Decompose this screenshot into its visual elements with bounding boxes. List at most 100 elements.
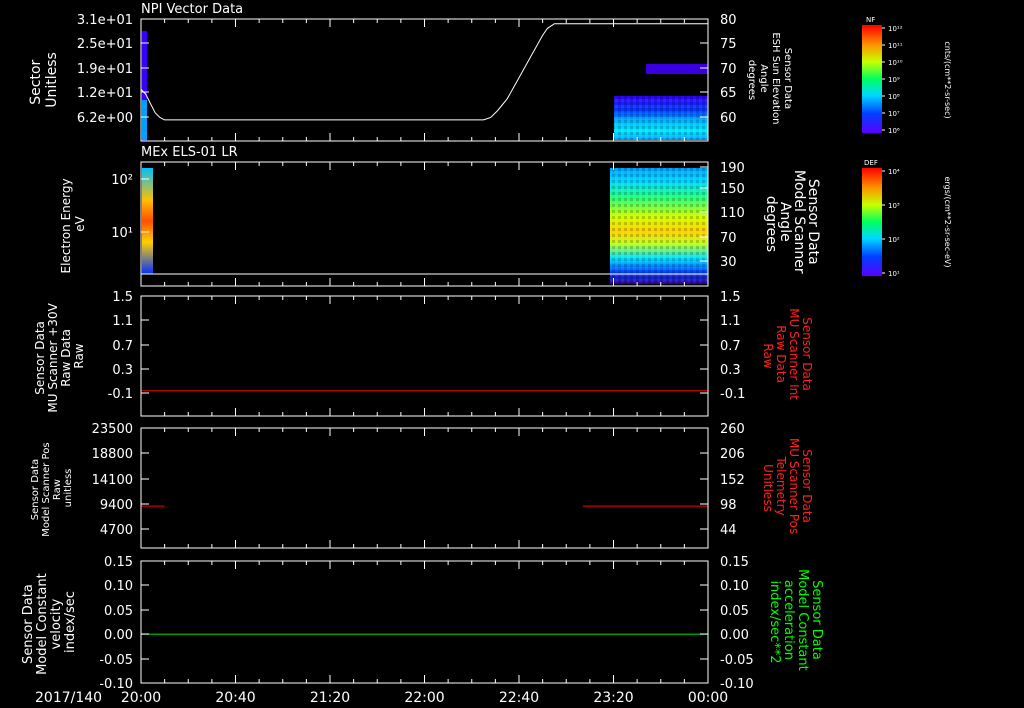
y-label-left: Sensor Data Model Scanner Pos Raw unitle… (30, 439, 74, 536)
y-tick-label: -0.1 (720, 387, 745, 402)
panel-model-constant: 0.150.100.050.00-0.05-0.10 0.150.100.050… (21, 555, 824, 692)
y-tick-label: 65 (720, 86, 737, 101)
y-tick-label: 110 (720, 206, 745, 221)
y-tick-label: -0.05 (99, 653, 133, 668)
y-tick-label: 1.1 (720, 314, 741, 329)
panel-title: MEx ELS-01 LR (141, 145, 238, 160)
y-tick-label: 98 (720, 498, 737, 513)
y-tick-label: 0.10 (720, 579, 749, 594)
colorbar-tick-label: 10⁷ (888, 110, 900, 118)
x-tick-label: 20:40 (215, 690, 255, 706)
y-label-right: Sensor Data Model Constant acceleration … (767, 569, 824, 675)
y-tick-label: 1.5 (112, 290, 133, 305)
colorbar-tick-label: 10¹¹ (888, 42, 903, 50)
panel-title: NPI Vector Data (141, 2, 243, 17)
y-tick-label: 1.1 (112, 314, 133, 329)
y-axis-right: 1.5 1.1 0.7 0.3 -0.1 (700, 290, 745, 402)
colorbar-label: DEF (864, 159, 878, 167)
y-tick-label: 23500 (92, 422, 133, 437)
y-label-right: Sensor Data ESH Sun Elevation Angle degr… (746, 32, 793, 127)
y-axis-left: 3.1e+01 2.5e+01 1.9e+01 1.2e+01 6.2e+00 (77, 13, 149, 126)
y-label-right: Sensor Data Model Scanner Angle degrees (763, 170, 821, 278)
plot-frame (140, 427, 709, 549)
y-axis-left: 1.5 1.1 0.7 0.3 -0.1 (108, 290, 149, 402)
y-tick-label: 70 (720, 62, 737, 77)
y-tick-label: 6.2e+00 (77, 111, 133, 126)
y-axis-left: 0.150.100.050.00-0.05-0.10 (99, 555, 149, 692)
y-tick-label: 44 (720, 523, 737, 538)
panel-mex-els: MEx ELS-01 LR 10² 10¹ 190 150 110 70 30 Elect… (59, 145, 821, 287)
x-tick-label: 00:00 (688, 690, 728, 706)
y-tick-label: 30 (720, 255, 737, 270)
y-label-right: Sensor Data MU Scanner Int Raw Data Raw (761, 308, 814, 404)
y-tick-label: 10¹ (111, 226, 133, 241)
spectrogram-strip-cyan (142, 100, 147, 140)
y-tick-label: 0.05 (104, 604, 133, 619)
y-tick-label: 14100 (92, 473, 133, 488)
colorbar-ticks: 10¹² 10¹¹ 10¹⁰ 10⁹ 10⁸ 10⁷ 10⁶ (882, 25, 903, 135)
y-tick-label: 260 (720, 422, 745, 437)
y-tick-label: 4700 (100, 523, 133, 538)
colorbar-ticks: 10⁴ 10³ 10² 10¹ (882, 168, 900, 278)
y-label-left: Sensor Data Model Constant velocity inde… (21, 569, 78, 675)
y-tick-label: 80 (720, 13, 737, 28)
colorbar-tick-label: 10¹ (888, 270, 900, 278)
date-label: 2017/140 (35, 690, 102, 706)
plot-frame (140, 560, 709, 684)
colorbar-tick-label: 10² (888, 236, 900, 244)
y-tick-label: 190 (720, 161, 745, 176)
y-label-left: Sector Unitless (28, 52, 60, 108)
colorbar-tick-label: 10¹⁰ (888, 59, 903, 67)
plot-canvas: NPI Vector Data 3.1e+01 2.5e+01 1.9e+01 1.2… (21, 2, 952, 706)
y-tick-label: 0.15 (104, 555, 133, 570)
y-axis-left: 23500 18800 14100 9400 4700 (92, 422, 149, 538)
y-tick-label: 150 (720, 182, 745, 197)
colorbar-tick-label: 10⁴ (888, 168, 900, 176)
y-tick-label: 1.2e+01 (77, 86, 133, 101)
y-tick-label: -0.1 (108, 387, 133, 402)
y-tick-label: 152 (720, 473, 745, 488)
colorbar-label: NF (866, 16, 875, 24)
y-tick-label: 18800 (92, 447, 133, 462)
y-tick-label: 0.10 (104, 579, 133, 594)
y-tick-label: 206 (720, 447, 745, 462)
y-label-left: Electron Energy eV (59, 175, 87, 274)
x-tick-label: 23:20 (593, 690, 633, 706)
x-tick-label: 22:40 (499, 690, 539, 706)
panel-mu-scanner-raw: 1.5 1.1 0.7 0.3 -0.1 1.5 1.1 0.7 0.3 -0.1 Sensor… (33, 290, 814, 417)
y-axis-right: 260 206 152 98 44 (700, 422, 745, 538)
spectrogram-strip (142, 168, 153, 274)
y-tick-label: 0.7 (720, 339, 741, 354)
x-tick-label: 20:00 (121, 690, 161, 706)
spectrogram-texture (614, 96, 708, 140)
y-tick-label: 9400 (100, 498, 133, 513)
spectrogram-texture (610, 168, 708, 284)
colorbar-unit: cnts/(cm**2-sr-sec) (943, 41, 952, 118)
y-tick-label: 1.5 (720, 290, 741, 305)
y-tick-label: 0.3 (720, 363, 741, 378)
y-tick-label: 0.15 (720, 555, 749, 570)
x-tick-label: 22:00 (404, 690, 444, 706)
y-tick-label: 75 (720, 37, 737, 52)
panel-npi-vector: NPI Vector Data 3.1e+01 2.5e+01 1.9e+01 1.2… (28, 2, 793, 142)
y-label-right: Sensor Data MU Scanner Pos Telemetry Uni… (761, 438, 814, 538)
y-tick-label: 0.05 (720, 604, 749, 619)
colorbar (862, 25, 882, 133)
panel-scanner-pos: 23500 18800 14100 9400 4700 260 206 152 98 44 Se… (30, 422, 814, 549)
x-tick-label: 21:20 (310, 690, 350, 706)
y-tick-label: 0.3 (112, 363, 133, 378)
y-tick-label: 0.7 (112, 339, 133, 354)
y-tick-label: 70 (720, 231, 737, 246)
colorbar-tick-label: 10⁹ (888, 76, 900, 84)
colorbar (862, 168, 882, 276)
spectrogram-block-upper (646, 64, 708, 74)
y-tick-label: 10² (111, 173, 133, 188)
y-tick-label: 0.00 (720, 628, 749, 643)
colorbar-unit: ergs/(cm**2-sr-sec-eV) (943, 176, 952, 267)
y-tick-label: 60 (720, 111, 737, 126)
colorbar-tick-label: 10³ (888, 202, 900, 210)
y-tick-label: 0.00 (104, 628, 133, 643)
colorbar-tick-label: 10⁶ (888, 127, 900, 135)
colorbar-tick-label: 10¹² (888, 25, 903, 33)
y-tick-label: -0.05 (720, 653, 754, 668)
